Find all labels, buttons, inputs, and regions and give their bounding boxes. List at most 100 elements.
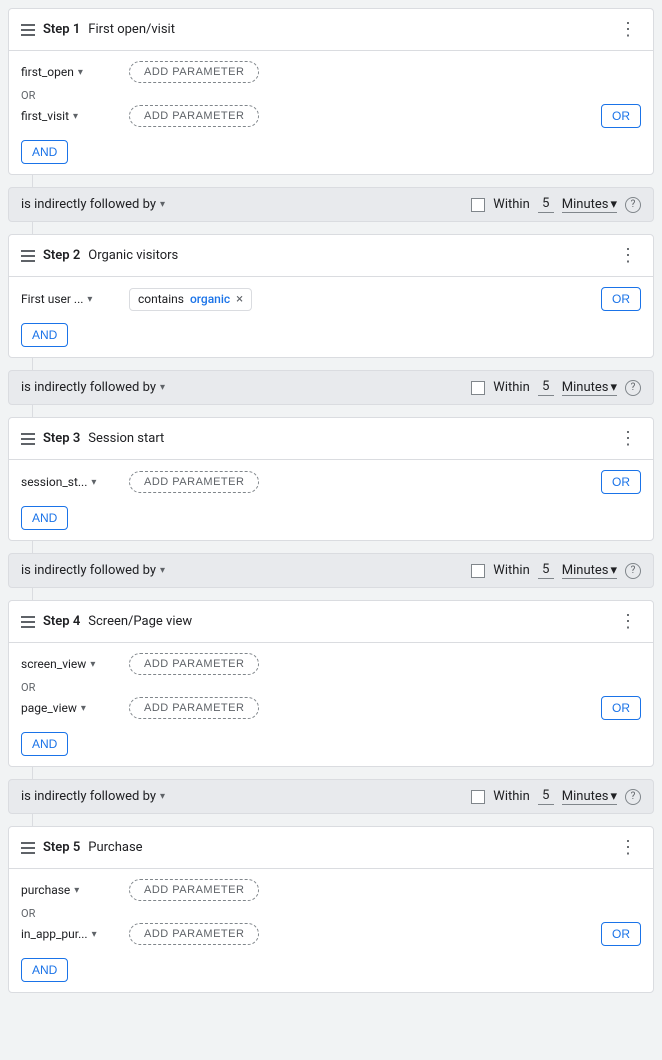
within-unit-select[interactable]: Minutes▾ (562, 197, 617, 213)
connector-bar: is indirectly followed by ▾ Within 5 Minutes… (8, 370, 654, 405)
or-label: OR (21, 89, 641, 102)
connector-label: is indirectly followed by (21, 197, 156, 212)
help-icon[interactable]: ? (625, 789, 641, 805)
and-button[interactable]: AND (21, 506, 68, 530)
chip-close-icon[interactable]: × (236, 292, 243, 307)
help-icon[interactable]: ? (625, 197, 641, 213)
within-number[interactable]: 5 (538, 788, 554, 805)
event-select[interactable]: session_st... ▾ (21, 475, 121, 489)
add-parameter-button[interactable]: ADD PARAMETER (129, 697, 259, 719)
or-button[interactable]: OR (601, 696, 641, 720)
within-checkbox[interactable] (471, 198, 485, 212)
within-checkbox[interactable] (471, 790, 485, 804)
step-header-3: Step 3Session start⋮ (9, 418, 653, 460)
add-parameter-button[interactable]: ADD PARAMETER (129, 879, 259, 901)
step-body-5: purchase▾ ADD PARAMETER OR in_app_pur... ▾ AD… (9, 869, 653, 992)
drag-handle-icon[interactable] (21, 250, 35, 262)
within-number[interactable]: 5 (538, 562, 554, 579)
connector-bar: is indirectly followed by▾Within5Minutes… (8, 187, 654, 222)
event-row: first_open▾ ADD PARAMETER (21, 61, 641, 83)
connector-line-bottom (32, 814, 33, 826)
drag-handle-icon[interactable] (21, 433, 35, 445)
event-select[interactable]: purchase▾ (21, 883, 121, 897)
chip-value: organic (190, 292, 230, 306)
event-row: First user ...▾contains organic×OR (21, 287, 641, 311)
event-row: page_view▾ ADD PARAMETER OR (21, 696, 641, 720)
step-body-4: screen_view▾ ADD PARAMETER OR page_view▾ ADD… (9, 643, 653, 766)
and-button[interactable]: AND (21, 958, 68, 982)
event-row: in_app_pur... ▾ ADD PARAMETER OR (21, 922, 641, 946)
or-button[interactable]: OR (601, 104, 641, 128)
within-label: Within (493, 380, 529, 395)
add-parameter-button[interactable]: ADD PARAMETER (129, 471, 259, 493)
event-name: purchase (21, 883, 70, 897)
and-button[interactable]: AND (21, 323, 68, 347)
or-label: OR (21, 907, 641, 920)
connector-line-bottom (32, 588, 33, 600)
within-checkbox[interactable] (471, 381, 485, 395)
more-options-icon[interactable]: ⋮ (615, 245, 641, 266)
and-button[interactable]: AND (21, 732, 68, 756)
event-name: session_st... (21, 475, 87, 489)
event-select[interactable]: first_visit▾ (21, 109, 121, 123)
connector-select[interactable]: is indirectly followed by▾ (21, 563, 165, 578)
more-options-icon[interactable]: ⋮ (615, 837, 641, 858)
event-name: first_open (21, 65, 74, 79)
within-unit-select[interactable]: Minutes▾ (562, 380, 617, 396)
help-icon[interactable]: ? (625, 380, 641, 396)
more-options-icon[interactable]: ⋮ (615, 428, 641, 449)
chevron-down-icon: ▾ (92, 929, 97, 940)
chevron-down-icon: ▾ (91, 477, 96, 488)
within-checkbox[interactable] (471, 564, 485, 578)
help-icon[interactable]: ? (625, 563, 641, 579)
connector-label: is indirectly followed by (21, 789, 156, 804)
drag-handle-icon[interactable] (21, 616, 35, 628)
add-parameter-button[interactable]: ADD PARAMETER (129, 653, 259, 675)
more-options-icon[interactable]: ⋮ (615, 19, 641, 40)
step-label-1: Step 1 (43, 22, 80, 37)
step-label-4: Step 4 (43, 614, 80, 629)
or-button[interactable]: OR (601, 287, 641, 311)
step-connector: is indirectly followed by▾Within5Minutes… (8, 175, 654, 234)
drag-handle-icon[interactable] (21, 24, 35, 36)
connector-line-bottom (32, 222, 33, 234)
or-button[interactable]: OR (601, 922, 641, 946)
step-header-1: Step 1First open/visit⋮ (9, 9, 653, 51)
within-unit-select[interactable]: Minutes▾ (562, 563, 617, 579)
connector-select[interactable]: is indirectly followed by ▾ (21, 380, 165, 395)
step-title-3: Session start (88, 431, 164, 446)
connector-select[interactable]: is indirectly followed by▾ (21, 789, 165, 804)
step-connector: is indirectly followed by ▾ Within 5 Minutes… (8, 358, 654, 417)
step-title-2: Organic visitors (88, 248, 178, 263)
step-title-5: Purchase (88, 840, 142, 855)
within-unit-select[interactable]: Minutes▾ (562, 789, 617, 805)
event-select[interactable]: in_app_pur... ▾ (21, 927, 121, 941)
and-button[interactable]: AND (21, 140, 68, 164)
event-select[interactable]: screen_view▾ (21, 657, 121, 671)
event-select[interactable]: page_view▾ (21, 701, 121, 715)
step-body-3: session_st... ▾ ADD PARAMETER OR AND (9, 460, 653, 540)
filter-chip[interactable]: contains organic× (129, 288, 252, 311)
step-card-4: Step 4 Screen/Page view ⋮ screen_view▾ ADD P… (8, 600, 654, 767)
event-row: session_st... ▾ ADD PARAMETER OR (21, 470, 641, 494)
or-button[interactable]: OR (601, 470, 641, 494)
step-label-2: Step 2 (43, 248, 80, 263)
within-number[interactable]: 5 (538, 196, 554, 213)
connector-bar: is indirectly followed by▾Within5Minutes… (8, 779, 654, 814)
add-parameter-button[interactable]: ADD PARAMETER (129, 61, 259, 83)
event-select[interactable]: first_open▾ (21, 65, 121, 79)
more-options-icon[interactable]: ⋮ (615, 611, 641, 632)
within-number[interactable]: 5 (538, 379, 554, 396)
chevron-down-icon: ▾ (160, 382, 165, 393)
connector-select[interactable]: is indirectly followed by▾ (21, 197, 165, 212)
connector-label: is indirectly followed by (21, 380, 156, 395)
drag-handle-icon[interactable] (21, 842, 35, 854)
step-title-4: Screen/Page view (88, 614, 192, 629)
event-row: purchase▾ ADD PARAMETER (21, 879, 641, 901)
step-body-1: first_open▾ADD PARAMETERORfirst_visit▾AD… (9, 51, 653, 174)
event-select[interactable]: First user ...▾ (21, 292, 121, 306)
chevron-down-icon: ▾ (73, 111, 78, 122)
event-name: in_app_pur... (21, 927, 88, 941)
add-parameter-button[interactable]: ADD PARAMETER (129, 923, 259, 945)
add-parameter-button[interactable]: ADD PARAMETER (129, 105, 259, 127)
